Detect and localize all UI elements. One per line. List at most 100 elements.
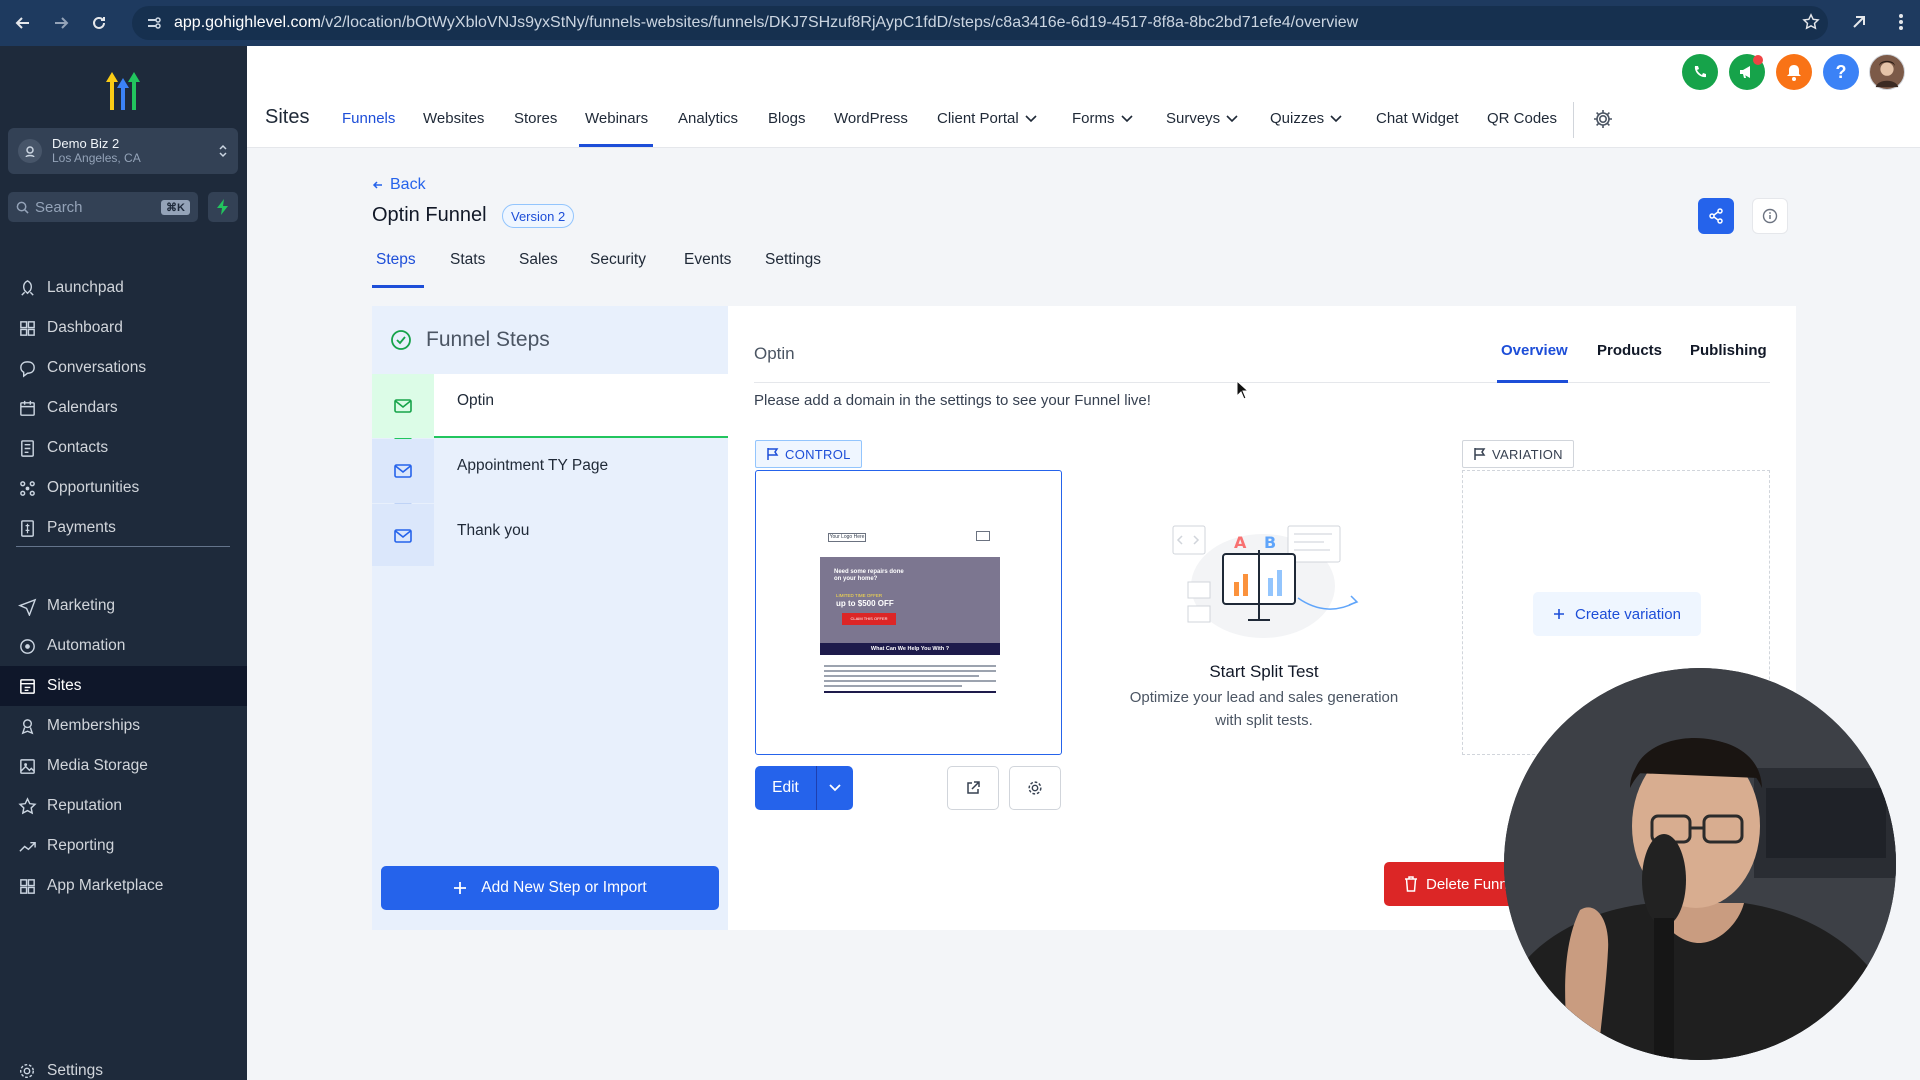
create-variation-button[interactable]: Create variation (1533, 592, 1701, 636)
nav-tab-blogs[interactable]: Blogs (768, 110, 806, 127)
nav-tab-stores[interactable]: Stores (514, 110, 557, 127)
browser-toolbar: app.gohighlevel.com/v2/location/bOtWyXbl… (0, 0, 1920, 46)
preview-section-heading: What Can We Help You With ? (820, 643, 1000, 655)
sidebar-item-memberships[interactable]: Memberships (0, 706, 247, 746)
payments-icon (17, 518, 37, 538)
nav-tab-client-portal[interactable]: Client Portal (937, 110, 1037, 127)
nav-tab-label: Blogs (768, 110, 806, 127)
bookmark-star-icon[interactable] (1802, 13, 1820, 31)
sidebar: Demo Biz 2 Los Angeles, CA Search ⌘K Lau… (0, 46, 247, 1080)
sidebar-divider (16, 546, 230, 547)
chevron-down-icon (1226, 114, 1238, 122)
nav-tab-chat-widget[interactable]: Chat Widget (1376, 110, 1459, 127)
sidebar-item-opportunities[interactable]: Opportunities (0, 468, 247, 508)
chevron-down-icon (1025, 114, 1037, 122)
sidebar-item-dashboard[interactable]: Dashboard (0, 308, 247, 348)
help-icon[interactable]: ? (1823, 54, 1859, 90)
chat-icon (17, 358, 37, 378)
extension-icon[interactable] (1850, 13, 1868, 31)
preview-offer-big: up to $500 OFF (836, 599, 894, 608)
user-avatar[interactable] (1869, 54, 1905, 90)
page-preview-thumbnail[interactable]: Your Logo Here Need some repairs done on… (755, 470, 1062, 755)
nav-tab-surveys[interactable]: Surveys (1166, 110, 1238, 127)
mail-icon (372, 374, 434, 438)
funnel-tab-sales[interactable]: Sales (519, 251, 558, 269)
edit-dropdown-button[interactable] (817, 784, 853, 792)
edit-button[interactable]: Edit (755, 766, 817, 810)
nav-settings-gear-icon[interactable] (1592, 108, 1614, 130)
info-button[interactable] (1752, 198, 1788, 234)
megaphone-icon[interactable] (1729, 54, 1765, 90)
nav-tab-wordpress[interactable]: WordPress (834, 110, 908, 127)
nav-tab-qr-codes[interactable]: QR Codes (1487, 110, 1557, 127)
sidebar-item-contacts[interactable]: Contacts (0, 428, 247, 468)
webcam-overlay (1504, 668, 1896, 1060)
sidebar-item-calendars[interactable]: Calendars (0, 388, 247, 428)
sidebar-item-label: Settings (47, 1062, 104, 1079)
add-new-step-button[interactable]: Add New Step or Import (381, 866, 719, 910)
funnel-step-item[interactable]: Appointment TY Page (372, 439, 728, 503)
version-badge: Version 2 (502, 204, 575, 228)
trend-icon (17, 836, 37, 856)
search-input[interactable]: Search ⌘K (8, 192, 198, 222)
url-text: app.gohighlevel.com/v2/location/bOtWyXbl… (174, 14, 1359, 31)
bell-icon[interactable] (1776, 54, 1812, 90)
address-bar[interactable]: app.gohighlevel.com/v2/location/bOtWyXbl… (132, 6, 1828, 40)
browser-menu-icon[interactable] (1898, 12, 1904, 32)
funnel-step-label: Appointment TY Page (457, 457, 609, 474)
control-tag-label: CONTROL (785, 446, 851, 462)
funnel-title: Optin Funnel (372, 204, 487, 226)
sidebar-item-app-marketplace[interactable]: App Marketplace (0, 866, 247, 906)
share-button[interactable] (1698, 198, 1734, 234)
nav-tab-analytics[interactable]: Analytics (678, 110, 738, 127)
sidebar-item-payments[interactable]: Payments (0, 508, 247, 548)
preview-menu-icon (976, 531, 990, 541)
nav-tab-websites[interactable]: Websites (423, 110, 484, 127)
account-switcher[interactable]: Demo Biz 2 Los Angeles, CA (8, 128, 238, 174)
nav-tab-forms[interactable]: Forms (1072, 110, 1133, 127)
sidebar-item-settings[interactable]: Settings (0, 1051, 247, 1080)
variation-tag-label: VARIATION (1492, 446, 1563, 462)
updown-chevron-icon (218, 143, 228, 159)
site-info-icon[interactable] (146, 15, 162, 31)
sidebar-item-reputation[interactable]: Reputation (0, 786, 247, 826)
nav-tab-label: WordPress (834, 110, 908, 127)
control-tag: CONTROL (755, 440, 862, 468)
funnel-tab-events[interactable]: Events (684, 251, 731, 269)
nav-tab-funnels[interactable]: Funnels (342, 110, 395, 127)
back-link[interactable]: Back (372, 176, 426, 194)
sidebar-item-sites[interactable]: Sites (0, 666, 247, 706)
phone-icon[interactable] (1682, 54, 1718, 90)
sidebar-item-automation[interactable]: Automation (0, 626, 247, 666)
funnel-step-label: Thank you (457, 522, 530, 539)
nav-tab-webinars[interactable]: Webinars (585, 110, 648, 127)
funnel-tab-stats[interactable]: Stats (450, 251, 485, 269)
funnel-tab-steps[interactable]: Steps (376, 251, 416, 269)
sidebar-item-reporting[interactable]: Reporting (0, 826, 247, 866)
funnel-tab-settings[interactable]: Settings (765, 251, 821, 269)
detail-tab-overview[interactable]: Overview (1501, 342, 1568, 359)
reload-icon[interactable] (80, 3, 118, 43)
sidebar-item-marketing[interactable]: Marketing (0, 586, 247, 626)
nav-tab-quizzes[interactable]: Quizzes (1270, 110, 1342, 127)
funnel-step-label: Optin (457, 392, 495, 409)
svg-text:A: A (1234, 533, 1247, 552)
step-settings-button[interactable] (1009, 766, 1061, 810)
back-arrow-icon[interactable] (4, 3, 42, 43)
funnel-tab-security[interactable]: Security (590, 251, 646, 269)
account-name: Demo Biz 2 (52, 136, 120, 151)
plus-icon (453, 881, 467, 895)
sidebar-item-media-storage[interactable]: Media Storage (0, 746, 247, 786)
quick-action-button[interactable] (208, 192, 238, 222)
detail-tab-products[interactable]: Products (1597, 342, 1662, 359)
sidebar-item-label: Calendars (47, 399, 118, 416)
sidebar-item-launchpad[interactable]: Launchpad (0, 268, 247, 308)
funnel-step-item[interactable]: Optin (372, 374, 728, 438)
open-external-button[interactable] (947, 766, 999, 810)
detail-tab-publishing[interactable]: Publishing (1690, 342, 1767, 359)
preview-body-text (824, 665, 996, 693)
funnel-step-item[interactable]: Thank you (372, 504, 728, 568)
sidebar-item-conversations[interactable]: Conversations (0, 348, 247, 388)
forward-arrow-icon[interactable] (42, 3, 80, 43)
nav-divider (1573, 102, 1574, 138)
